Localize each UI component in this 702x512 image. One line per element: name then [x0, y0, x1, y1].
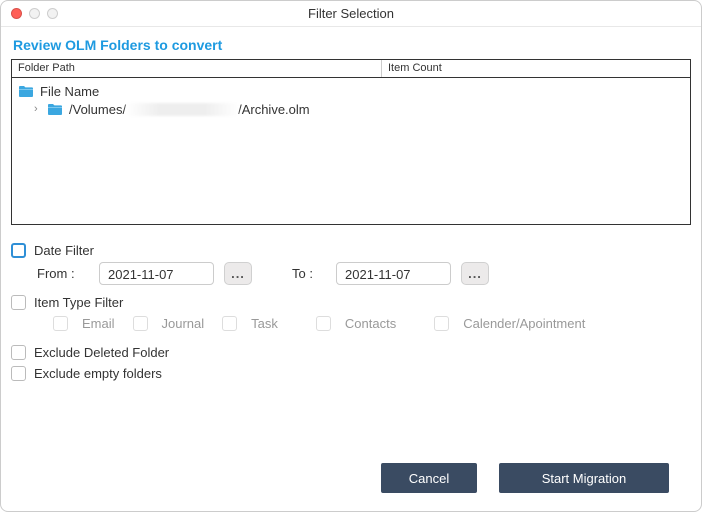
path-suffix: /Archive.olm: [238, 102, 310, 117]
type-contacts-label: Contacts: [345, 316, 396, 331]
folder-icon: [18, 84, 34, 98]
type-task-option: Task: [222, 316, 278, 331]
type-journal-checkbox: [133, 316, 148, 331]
from-date-input[interactable]: 2021-11-07: [99, 262, 214, 285]
window-title: Filter Selection: [1, 6, 701, 21]
type-contacts-option: Contacts: [316, 316, 396, 331]
window: Filter Selection Review OLM Folders to c…: [0, 0, 702, 512]
item-type-filter-label: Item Type Filter: [34, 295, 123, 310]
type-calendar-label: Calender/Apointment: [463, 316, 585, 331]
exclude-empty-checkbox[interactable]: [11, 366, 26, 381]
ellipsis-icon: ...: [468, 266, 482, 281]
tree-item-row[interactable]: › /Volumes/ /Archive.olm: [16, 100, 686, 118]
exclude-deleted-row: Exclude Deleted Folder: [11, 345, 691, 360]
type-calendar-option: Calender/Apointment: [434, 316, 585, 331]
folder-tree[interactable]: File Name › /Volumes/ /Archive.olm: [11, 77, 691, 225]
start-migration-button[interactable]: Start Migration: [499, 463, 669, 493]
type-email-checkbox: [53, 316, 68, 331]
type-journal-label: Journal: [162, 316, 205, 331]
section-title: Review OLM Folders to convert: [13, 37, 691, 53]
type-task-label: Task: [251, 316, 278, 331]
path-redacted: [126, 103, 238, 116]
filters: Date Filter From : 2021-11-07 ... To : 2…: [11, 243, 691, 387]
path-prefix: /Volumes/: [69, 102, 126, 117]
column-item-count[interactable]: Item Count: [382, 60, 448, 77]
exclude-group: Exclude Deleted Folder Exclude empty fol…: [11, 345, 691, 381]
to-label: To :: [292, 266, 322, 281]
date-filter-checkbox[interactable]: [11, 243, 26, 258]
tree-root-label: File Name: [40, 84, 99, 99]
footer: Cancel Start Migration: [11, 457, 691, 501]
item-type-filter-checkbox[interactable]: [11, 295, 26, 310]
exclude-empty-label: Exclude empty folders: [34, 366, 162, 381]
date-filter-row: Date Filter: [11, 243, 691, 258]
to-date-picker-button[interactable]: ...: [461, 262, 489, 285]
chevron-right-icon[interactable]: ›: [34, 103, 44, 115]
date-range-row: From : 2021-11-07 ... To : 2021-11-07 ..…: [37, 262, 691, 285]
titlebar: Filter Selection: [1, 1, 701, 27]
to-date-input[interactable]: 2021-11-07: [336, 262, 451, 285]
exclude-empty-row: Exclude empty folders: [11, 366, 691, 381]
type-contacts-checkbox: [316, 316, 331, 331]
ellipsis-icon: ...: [231, 266, 245, 281]
type-journal-option: Journal: [133, 316, 205, 331]
from-label: From :: [37, 266, 85, 281]
content: Review OLM Folders to convert Folder Pat…: [1, 27, 701, 511]
folder-icon: [47, 102, 63, 116]
exclude-deleted-checkbox[interactable]: [11, 345, 26, 360]
type-email-option: Email: [53, 316, 115, 331]
column-folder-path[interactable]: Folder Path: [12, 60, 382, 77]
type-email-label: Email: [82, 316, 115, 331]
from-date-picker-button[interactable]: ...: [224, 262, 252, 285]
exclude-deleted-label: Exclude Deleted Folder: [34, 345, 169, 360]
type-calendar-checkbox: [434, 316, 449, 331]
date-filter-label: Date Filter: [34, 243, 94, 258]
tree-root-row[interactable]: File Name: [16, 82, 686, 100]
item-types-row: Email Journal Task Contacts Calender/Apo…: [53, 316, 691, 331]
item-type-filter-row: Item Type Filter: [11, 295, 691, 310]
tree-header: Folder Path Item Count: [11, 59, 691, 77]
cancel-button[interactable]: Cancel: [381, 463, 477, 493]
type-task-checkbox: [222, 316, 237, 331]
